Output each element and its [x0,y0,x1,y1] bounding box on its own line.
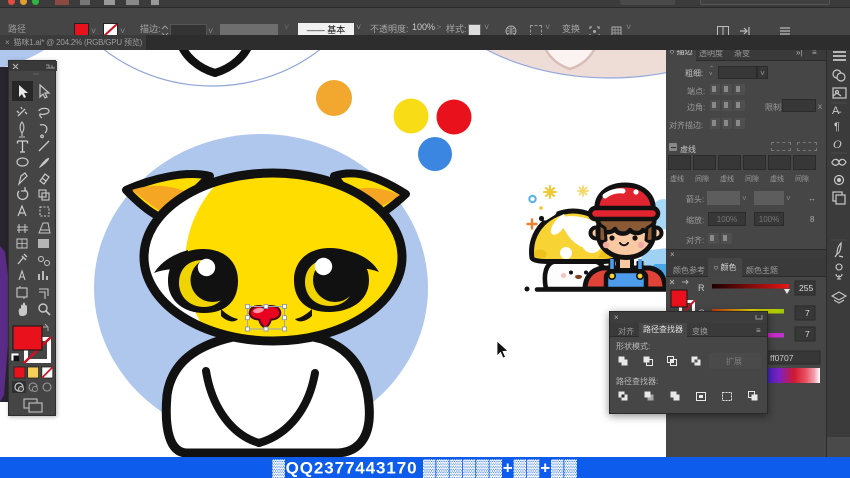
svg-text:¶: ¶ [834,121,840,133]
svg-text:▓QQ2377443170 ▓▓▓▓▓▓+▓▓+▓▓: ▓QQ2377443170 ▓▓▓▓▓▓+▓▓+▓▓ [272,459,577,478]
svg-text:A̵: A̵ [832,105,841,117]
svg-text:7: 7 [805,308,810,318]
svg-text:R: R [698,283,705,293]
svg-text:扩展: 扩展 [726,356,742,366]
svg-text:255: 255 [799,283,813,293]
svg-text:O: O [833,137,842,151]
svg-text:ff0707: ff0707 [770,353,794,363]
svg-text:7: 7 [805,329,810,339]
